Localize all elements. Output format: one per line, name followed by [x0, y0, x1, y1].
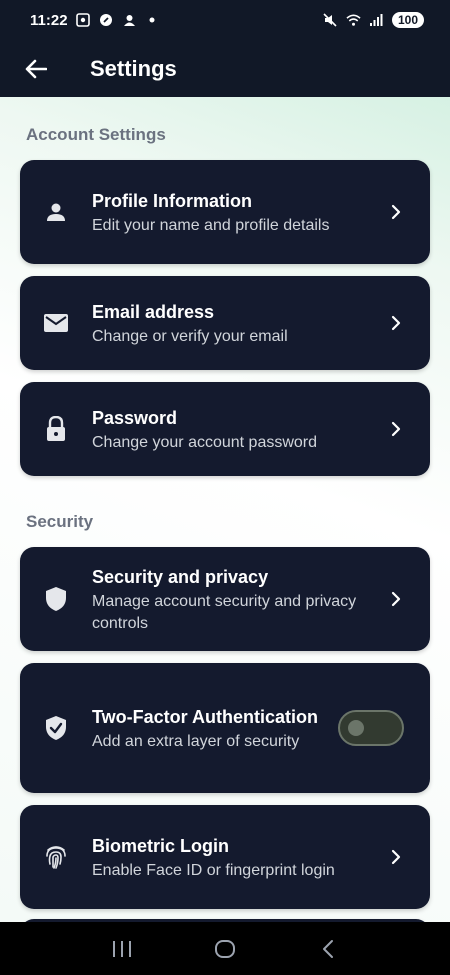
card-text: Email address Change or verify your emai…	[92, 299, 360, 348]
section-title-account: Account Settings	[26, 125, 166, 144]
card-subtitle: Add an extra layer of security	[92, 732, 300, 750]
card-title: Two-Factor Authentication	[92, 706, 318, 727]
toggle-knob	[348, 720, 364, 736]
system-back-button[interactable]	[308, 929, 348, 969]
status-right: 100	[323, 12, 424, 28]
settings-item-biometric-login[interactable]: Biometric Login Enable Face ID or finger…	[20, 805, 430, 909]
card-subtitle: Change or verify your email	[92, 327, 288, 345]
card-subtitle: Manage account security and privacy cont…	[92, 592, 357, 632]
settings-item-password[interactable]: Password Change your account password	[20, 382, 430, 476]
signal-icon	[369, 13, 384, 28]
shield-icon	[42, 585, 70, 613]
screenshot-icon	[76, 13, 91, 28]
dot-icon	[145, 13, 160, 28]
card-text: Password Change your account password	[92, 405, 360, 454]
card-subtitle: Edit your name and profile details	[92, 216, 330, 234]
battery-indicator: 100	[391, 12, 424, 28]
face-icon	[122, 13, 137, 28]
arrow-left-icon	[25, 59, 47, 78]
settings-item-two-factor-authentication[interactable]: Two-Factor Authentication Add an extra l…	[20, 663, 430, 793]
chevron-right-icon	[388, 591, 404, 607]
status-left: 11:22	[30, 12, 160, 29]
recents-icon	[112, 940, 131, 957]
back-button[interactable]	[0, 40, 70, 97]
system-nav-bar	[0, 922, 450, 975]
chevron-right-icon	[388, 421, 404, 437]
fingerprint-icon	[42, 843, 70, 871]
card-text: Profile Information Edit your name and p…	[92, 188, 360, 237]
card-subtitle: Change your account password	[92, 433, 318, 451]
status-bar: 11:22 100	[0, 0, 450, 40]
app-bar: Settings	[0, 40, 450, 97]
home-icon	[214, 939, 235, 958]
shield-check-icon	[42, 714, 70, 742]
two-factor-toggle[interactable]	[338, 710, 404, 746]
card-title: Password	[92, 407, 178, 428]
home-button[interactable]	[205, 929, 245, 969]
card-text: Two-Factor Authentication Add an extra l…	[92, 704, 320, 753]
chevron-right-icon	[388, 849, 404, 865]
mail-icon	[42, 309, 70, 337]
card-text: Biometric Login Enable Face ID or finger…	[92, 833, 360, 882]
page-title: Settings	[90, 55, 177, 81]
card-title: Security and privacy	[92, 566, 269, 587]
mute-icon	[323, 13, 338, 28]
card-subtitle: Enable Face ID or fingerprint login	[92, 861, 335, 879]
settings-content[interactable]: Account Settings Profile Information Edi…	[0, 97, 450, 922]
status-time: 11:22	[30, 11, 68, 29]
section-title-security: Security	[26, 512, 94, 531]
back-icon	[323, 939, 334, 958]
card-title: Email address	[92, 301, 215, 322]
wifi-icon	[346, 13, 361, 28]
app-icon	[99, 13, 114, 28]
card-title: Profile Information	[92, 190, 253, 211]
lock-icon	[42, 415, 70, 443]
card-title: Biometric Login	[92, 835, 230, 856]
card-text: Security and privacy Manage account secu…	[92, 564, 360, 635]
settings-item-profile-information[interactable]: Profile Information Edit your name and p…	[20, 160, 430, 264]
settings-item-email-address[interactable]: Email address Change or verify your emai…	[20, 276, 430, 370]
person-icon	[42, 198, 70, 226]
recents-button[interactable]	[102, 929, 142, 969]
chevron-right-icon	[388, 315, 404, 331]
chevron-right-icon	[388, 204, 404, 220]
settings-item-security-and-privacy[interactable]: Security and privacy Manage account secu…	[20, 547, 430, 651]
